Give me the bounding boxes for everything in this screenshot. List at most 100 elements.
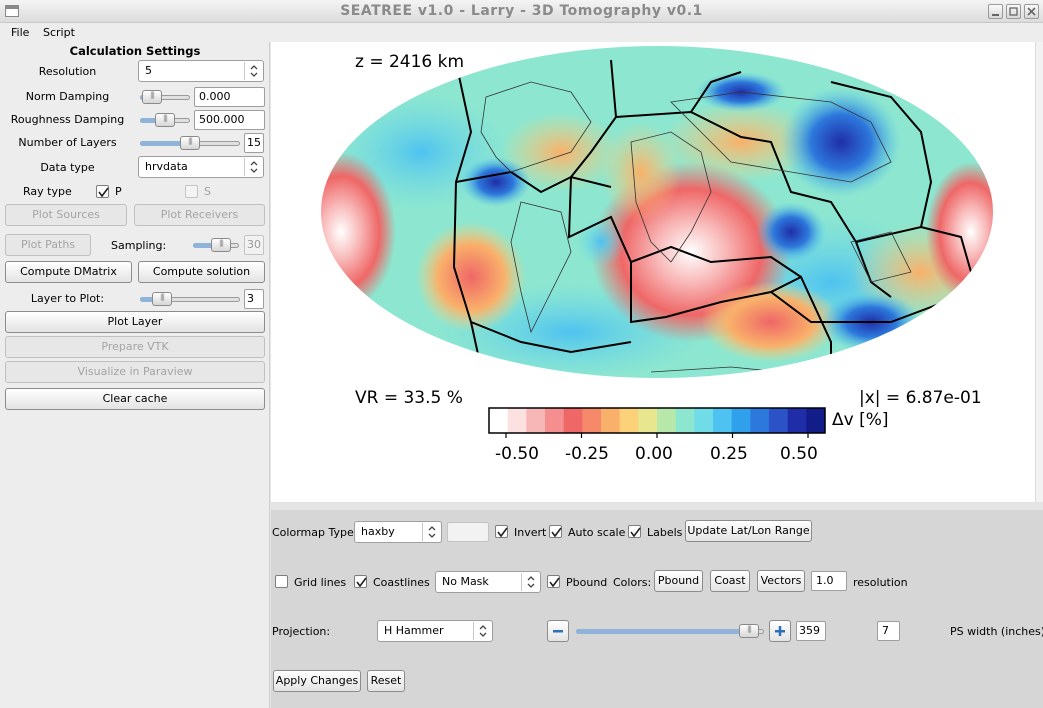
pbound-checkbox[interactable] xyxy=(547,575,560,588)
colorbar-tick-label: 0.25 xyxy=(710,444,748,464)
number-of-layers-input[interactable]: 15 xyxy=(244,133,264,153)
clear-cache-button[interactable]: Clear cache xyxy=(5,388,265,410)
layer-to-plot-input[interactable]: 3 xyxy=(244,289,264,309)
apply-changes-button[interactable]: Apply Changes xyxy=(273,670,361,692)
ray-s-label: S xyxy=(204,185,211,198)
colorbar-tick-label: 0.00 xyxy=(635,444,673,464)
colorbar-tick-label: -0.25 xyxy=(565,444,609,464)
pbound-label: Pbound xyxy=(566,576,608,589)
colorbar-cell xyxy=(601,408,621,433)
vectors-color-button[interactable]: Vectors xyxy=(757,570,805,592)
longitude-input[interactable]: 359 xyxy=(796,621,826,641)
ray-p-checkbox[interactable] xyxy=(96,185,109,198)
minimize-button[interactable] xyxy=(988,4,1003,19)
grid-lines-checkbox[interactable] xyxy=(275,575,288,588)
projection-value: H Hammer xyxy=(384,624,444,637)
window-title: SEATREE v1.0 - Larry - 3D Tomography v0.… xyxy=(340,3,703,19)
invert-checkbox[interactable] xyxy=(495,525,508,538)
pbound-color-button[interactable]: Pbound xyxy=(654,570,703,592)
reset-button[interactable]: Reset xyxy=(367,670,405,692)
norm-damping-input[interactable]: 0.000 xyxy=(194,87,265,107)
labels-checkbox[interactable] xyxy=(628,525,641,538)
close-button[interactable] xyxy=(1024,4,1039,19)
checkmark-icon xyxy=(497,527,508,538)
data-type-select[interactable]: hrvdata xyxy=(138,156,264,178)
checkmark-icon xyxy=(551,527,562,538)
depth-label: z = 2416 km xyxy=(355,52,465,72)
plot-scrollbar[interactable] xyxy=(1035,42,1043,502)
coast-color-button[interactable]: Coast xyxy=(710,570,750,592)
update-lat-lon-range-button[interactable]: Update Lat/Lon Range xyxy=(685,520,812,542)
colorbar-cell xyxy=(657,408,677,433)
auto-scale-label: Auto scale xyxy=(568,526,626,539)
sampling-input[interactable]: 30 xyxy=(244,235,264,255)
tomography-plot-area: z = 2416 km VR = 33.5 % |x| = 6.87e-01 Δ… xyxy=(271,42,1043,502)
resolution-input[interactable]: 1.0 xyxy=(811,571,847,591)
colorbar-cell xyxy=(489,408,509,433)
decrease-longitude-button[interactable] xyxy=(547,620,569,642)
calculation-settings-panel: Calculation Settings Resolution 5 Norm D… xyxy=(0,42,270,708)
colormap-type-select[interactable]: haxby xyxy=(354,521,442,543)
resolution-label: resolution xyxy=(853,576,908,589)
roughness-damping-input[interactable]: 500.000 xyxy=(194,110,265,130)
ray-s-checkbox[interactable] xyxy=(185,185,198,198)
variance-reduction-label: VR = 33.5 % xyxy=(355,388,463,408)
labels-label: Labels xyxy=(647,526,683,539)
compute-solution-button[interactable]: Compute solution xyxy=(138,261,265,283)
colorbar-cell xyxy=(638,408,658,433)
projection-label: Projection: xyxy=(272,625,331,638)
resolution-select[interactable]: 5 xyxy=(138,60,264,82)
maximize-button[interactable] xyxy=(1006,4,1021,19)
colorbar-cell xyxy=(731,408,751,433)
pane-divider-handle[interactable] xyxy=(271,502,1043,510)
plot-options-panel: Colormap Type: haxby Invert Auto scale L… xyxy=(271,510,1043,708)
colorbar-cell xyxy=(582,408,602,433)
ray-p-label: P xyxy=(115,185,122,198)
colorbar-cell xyxy=(563,408,583,433)
colorbar-tick-label: -0.50 xyxy=(495,444,539,464)
minus-icon xyxy=(553,630,563,633)
plot-layer-button[interactable]: Plot Layer xyxy=(5,311,265,333)
increase-longitude-button[interactable] xyxy=(769,620,791,642)
resolution-value: 5 xyxy=(145,64,152,77)
mask-select[interactable]: No Mask xyxy=(435,571,541,593)
updown-arrows-icon xyxy=(521,573,539,591)
projection-select[interactable]: H Hammer xyxy=(377,620,493,642)
sampling-slider[interactable] xyxy=(193,238,239,252)
menu-script[interactable]: Script xyxy=(43,26,75,39)
plus-icon xyxy=(775,626,785,636)
coastlines-checkbox[interactable] xyxy=(354,575,367,588)
layer-to-plot-label: Layer to Plot: xyxy=(30,292,105,305)
colorbar-unit-label: Δv [%] xyxy=(832,410,889,430)
auto-scale-checkbox[interactable] xyxy=(549,525,562,538)
norm-damping-slider[interactable] xyxy=(140,90,190,104)
data-type-label: Data type xyxy=(40,161,95,174)
colorbar-cell xyxy=(507,408,527,433)
plot-receivers-button[interactable]: Plot Receivers xyxy=(134,204,265,226)
minimize-icon xyxy=(992,14,999,16)
colorbar-cell xyxy=(675,408,695,433)
checkmark-icon xyxy=(549,577,560,588)
plot-sources-button[interactable]: Plot Sources xyxy=(5,204,127,226)
colormap-extra-input[interactable] xyxy=(447,522,489,542)
invert-label: Invert xyxy=(514,526,547,539)
ps-width-input[interactable]: 7 xyxy=(877,621,900,641)
roughness-damping-slider[interactable] xyxy=(140,113,190,127)
menu-file[interactable]: File xyxy=(11,26,29,39)
roughness-damping-label: Roughness Damping xyxy=(10,113,125,126)
number-of-layers-slider[interactable] xyxy=(140,136,240,150)
layer-to-plot-slider[interactable] xyxy=(140,292,240,306)
longitude-slider[interactable] xyxy=(576,624,764,638)
colorbar-cell xyxy=(545,408,565,433)
colorbar-tick-label: 0.50 xyxy=(780,444,818,464)
plot-paths-button[interactable]: Plot Paths xyxy=(5,234,91,256)
checkmark-icon xyxy=(356,577,367,588)
number-of-layers-label: Number of Layers xyxy=(18,136,117,149)
checkmark-icon xyxy=(98,187,109,198)
visualize-paraview-button[interactable]: Visualize in Paraview xyxy=(5,361,265,383)
compute-dmatrix-button[interactable]: Compute DMatrix xyxy=(5,261,132,283)
colorbar xyxy=(488,407,826,438)
norm-damping-label: Norm Damping xyxy=(25,90,110,103)
prepare-vtk-button[interactable]: Prepare VTK xyxy=(5,336,265,358)
ps-width-label: PS width (inches) xyxy=(950,625,1043,638)
